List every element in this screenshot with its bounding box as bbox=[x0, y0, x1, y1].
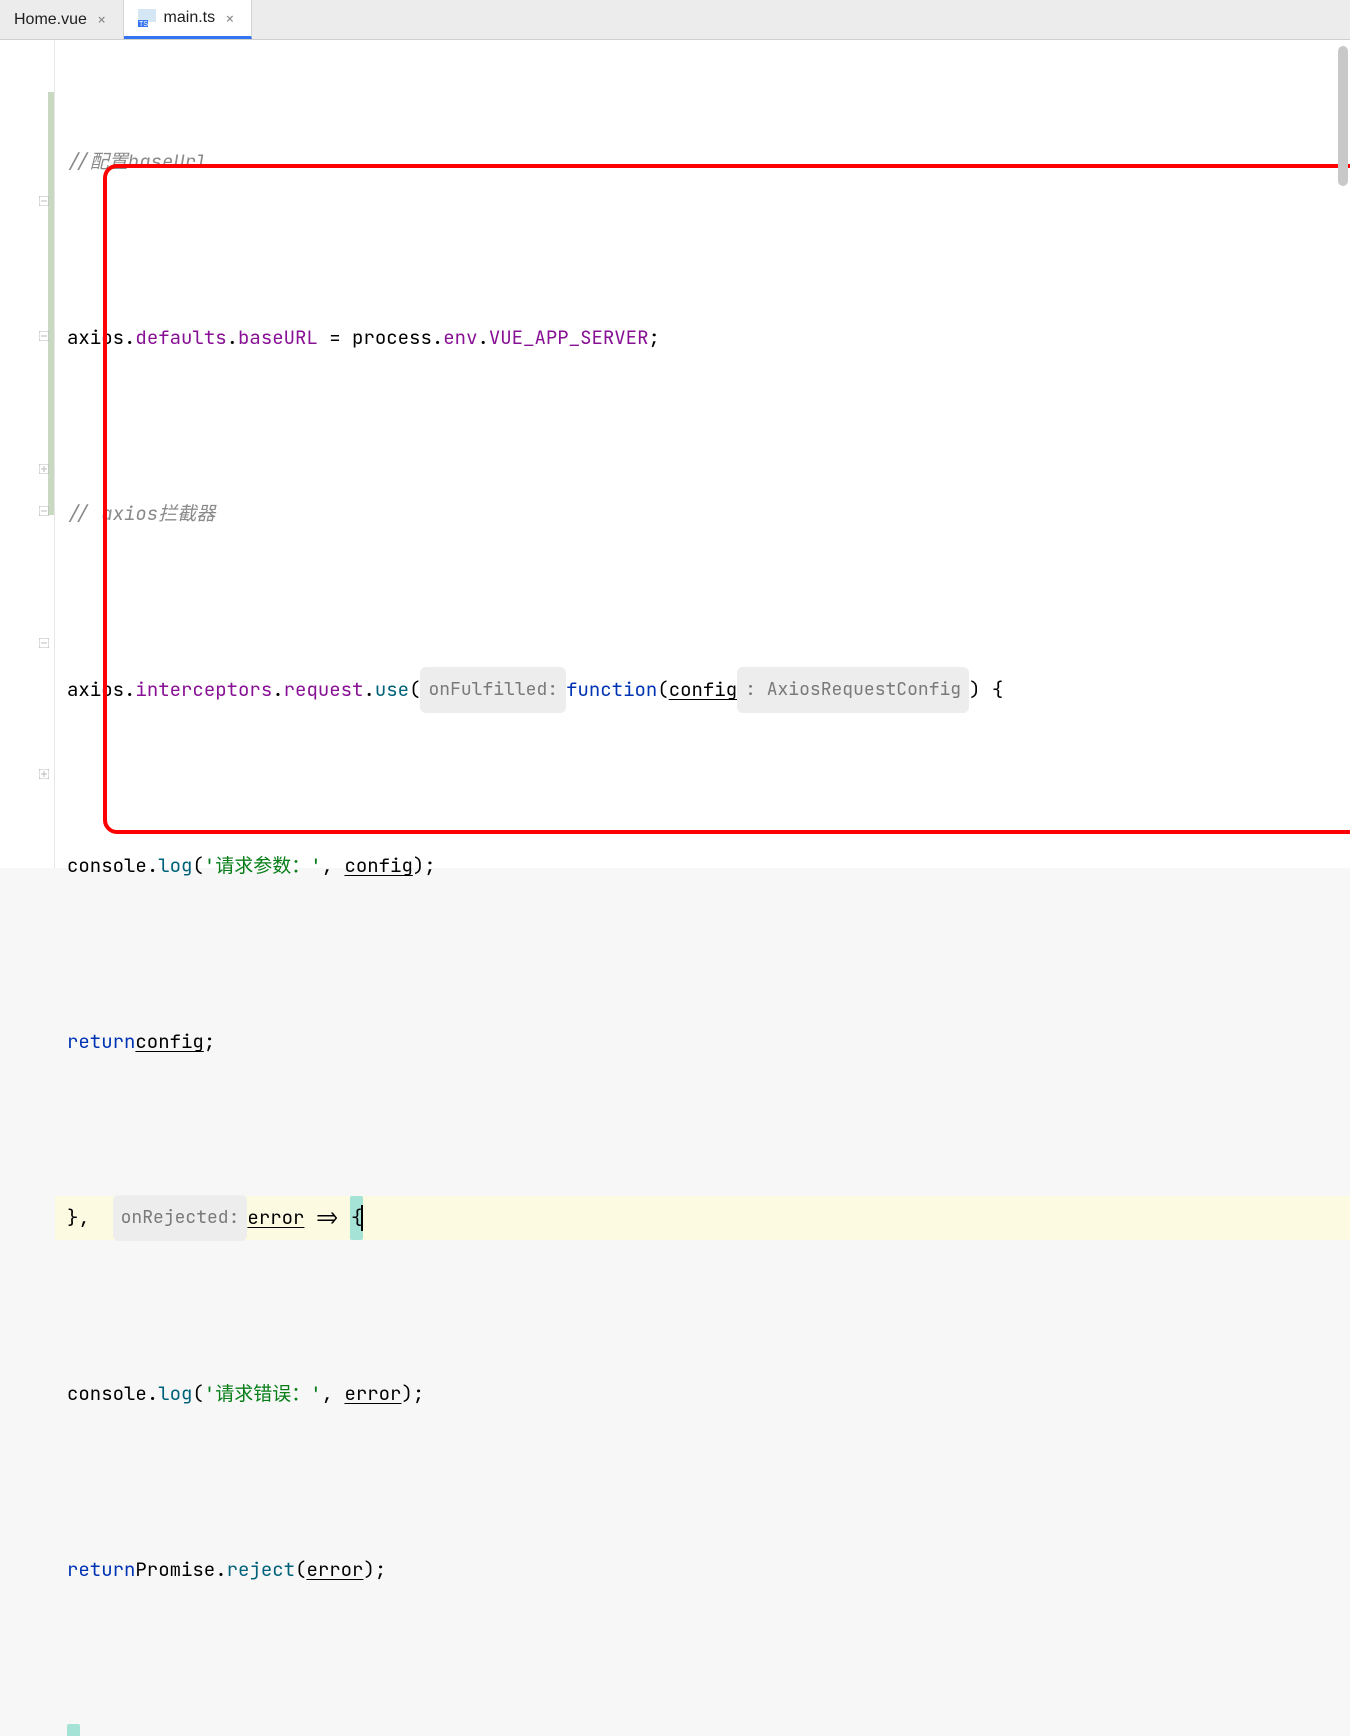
code-line: //配置baseUrl bbox=[67, 140, 1350, 184]
vertical-scrollbar[interactable] bbox=[1338, 46, 1348, 866]
fold-collapse-icon[interactable] bbox=[38, 637, 50, 649]
text-cursor bbox=[361, 1205, 363, 1231]
fold-collapse-icon[interactable] bbox=[38, 330, 50, 342]
type-hint: : AxiosRequestConfig bbox=[737, 667, 969, 713]
vcs-change-marker bbox=[48, 92, 54, 232]
code-line: console.log('请求错误：', error); bbox=[67, 1372, 1350, 1416]
code-line: axios.defaults.baseURL = process.env.VUE… bbox=[67, 316, 1350, 360]
fold-expand-icon[interactable] bbox=[38, 463, 50, 475]
tab-home-vue[interactable]: Home.vue × bbox=[0, 0, 124, 39]
fold-collapse-icon[interactable] bbox=[38, 195, 50, 207]
parameter-hint: onFulfilled: bbox=[420, 667, 566, 713]
brace-match-close: } bbox=[67, 1724, 80, 1736]
scrollbar-thumb[interactable] bbox=[1338, 46, 1348, 186]
close-icon[interactable]: × bbox=[95, 9, 109, 30]
tab-label: Home.vue bbox=[14, 11, 87, 29]
code-line-current: }, onRejected: error => { bbox=[55, 1196, 1350, 1240]
code-line: return config; bbox=[67, 1020, 1350, 1064]
tab-main-ts[interactable]: TS main.ts × bbox=[124, 0, 252, 39]
editor-gutter bbox=[0, 40, 55, 868]
typescript-file-icon: TS bbox=[138, 9, 156, 27]
parameter-hint: onRejected: bbox=[113, 1195, 248, 1241]
code-line: axios.interceptors.request.use( onFulfil… bbox=[67, 668, 1350, 712]
svg-text:TS: TS bbox=[139, 21, 148, 27]
fold-expand-icon[interactable] bbox=[38, 768, 50, 780]
close-icon[interactable]: × bbox=[223, 8, 237, 29]
code-line: // axios拦截器 bbox=[67, 492, 1350, 536]
code-content[interactable]: //配置baseUrl axios.defaults.baseURL = pro… bbox=[55, 40, 1350, 868]
tab-label: main.ts bbox=[164, 9, 216, 27]
code-line: return Promise.reject(error); bbox=[67, 1548, 1350, 1592]
fold-collapse-icon[interactable] bbox=[38, 505, 50, 517]
code-editor[interactable]: //配置baseUrl axios.defaults.baseURL = pro… bbox=[0, 40, 1350, 868]
code-line: console.log('请求参数：', config); bbox=[67, 844, 1350, 888]
editor-tabs: Home.vue × TS main.ts × bbox=[0, 0, 1350, 40]
code-line: }); bbox=[67, 1724, 1350, 1736]
